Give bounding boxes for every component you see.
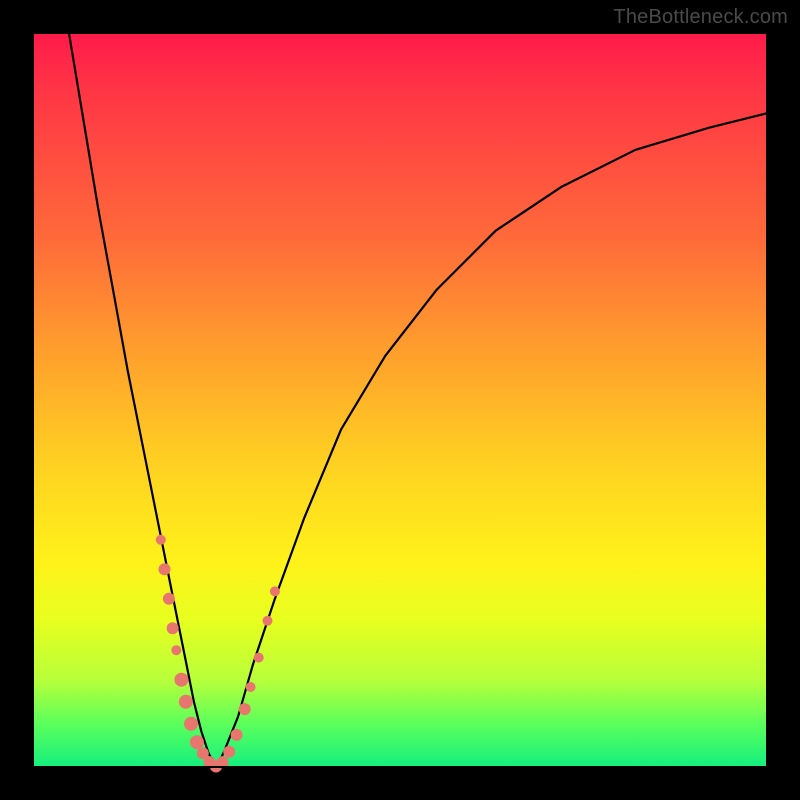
watermark-text: TheBottleneck.com — [613, 6, 788, 29]
chart-frame: TheBottleneck.com — [0, 0, 800, 800]
plot-border — [32, 32, 768, 768]
